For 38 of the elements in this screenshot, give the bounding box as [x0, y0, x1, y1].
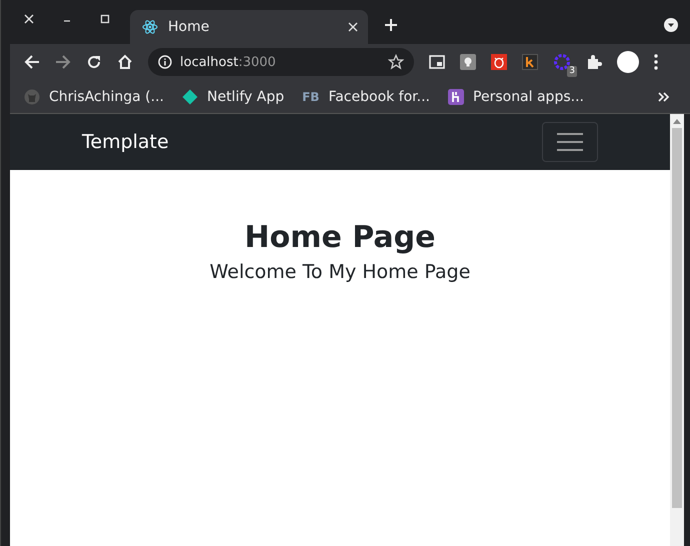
close-icon[interactable] — [348, 22, 358, 32]
h-logo-icon — [448, 88, 464, 104]
close-icon[interactable] — [24, 14, 34, 24]
lightbulb-icon[interactable] — [460, 54, 476, 70]
bookmark-icon-text: FB — [302, 90, 320, 104]
avatar-icon[interactable] — [617, 51, 639, 73]
home-icon[interactable] — [117, 54, 133, 70]
reload-icon[interactable] — [86, 54, 102, 70]
bookmark[interactable]: ChrisAchinga (... — [24, 88, 164, 104]
chevron-double-icon[interactable] — [658, 92, 670, 102]
scroll-up-icon[interactable] — [673, 118, 681, 124]
hamburger-button[interactable] — [542, 122, 598, 162]
dropdown-icon[interactable] — [664, 18, 678, 32]
maximize-icon[interactable] — [100, 14, 110, 24]
menu-icon[interactable] — [654, 54, 658, 70]
menu-icon — [557, 132, 583, 152]
picture-in-picture-icon[interactable] — [429, 55, 445, 69]
scrollbar[interactable] — [670, 114, 684, 546]
bookmark[interactable]: FB Facebook for... — [302, 88, 430, 104]
tab-title: Home — [168, 19, 210, 35]
page-subtitle: Welcome To My Home Page — [208, 261, 472, 283]
react-icon — [142, 19, 158, 35]
forward-arrow-icon[interactable] — [55, 54, 71, 70]
url-text: localhost:3000 — [180, 54, 276, 70]
back-arrow-icon[interactable] — [24, 54, 40, 70]
diamond-icon — [182, 88, 198, 104]
bookmark[interactable]: Netlify App — [182, 88, 284, 104]
info-icon — [158, 55, 172, 69]
navbar-brand[interactable]: Template — [82, 131, 169, 153]
plus-icon[interactable] — [384, 18, 398, 32]
page-heading: Home Page — [243, 220, 436, 255]
browser-tab[interactable]: Home — [130, 10, 368, 44]
k-logo-icon[interactable] — [522, 54, 538, 70]
puzzle-icon[interactable] — [586, 54, 602, 70]
address-bar[interactable]: localhost:3000 — [148, 48, 414, 76]
count-badge: 3 — [567, 66, 577, 77]
star-icon[interactable] — [388, 54, 404, 70]
bookmark[interactable]: Personal apps... — [448, 88, 584, 104]
